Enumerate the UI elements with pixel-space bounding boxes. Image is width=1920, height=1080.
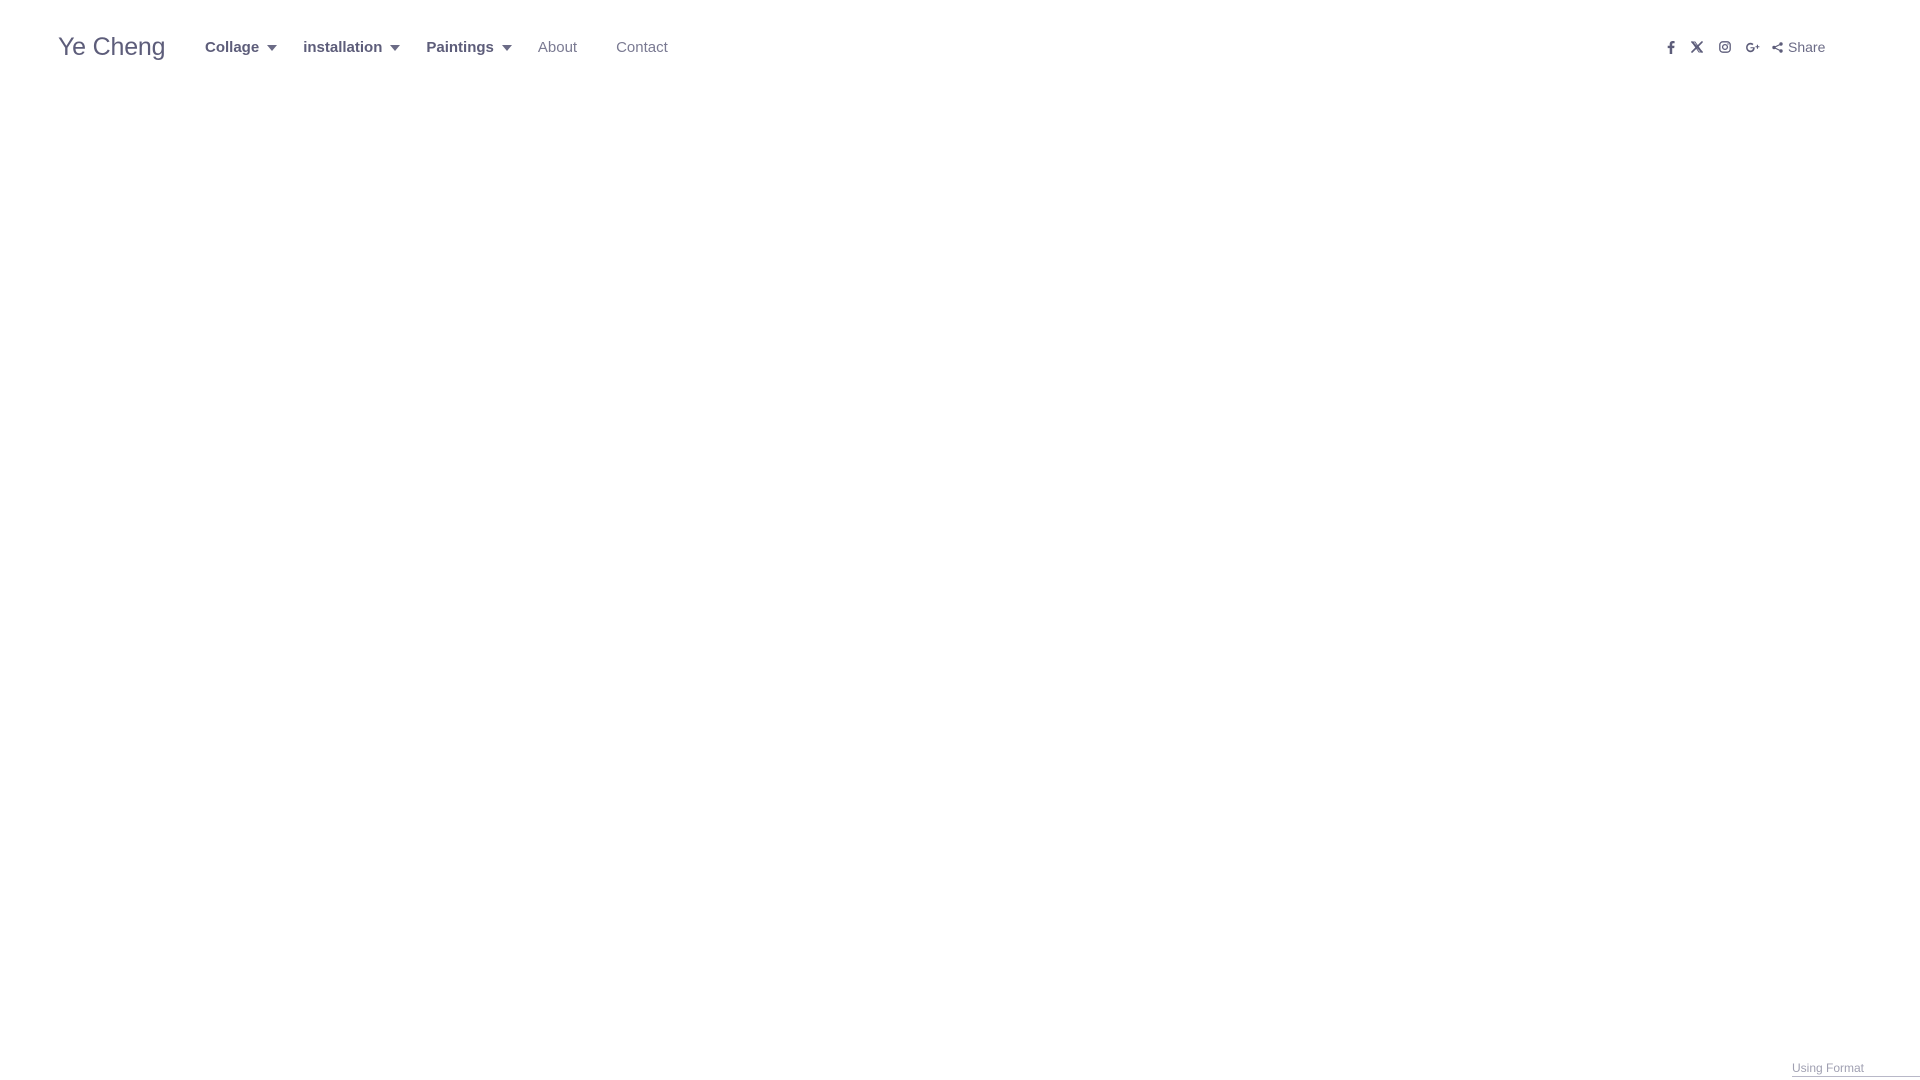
caret-down-icon xyxy=(390,45,401,51)
facebook-icon[interactable] xyxy=(1664,37,1678,57)
nav-item-label: Contact xyxy=(616,39,668,56)
share-label: Share xyxy=(1788,39,1826,55)
x-twitter-icon[interactable] xyxy=(1690,37,1704,57)
nav-item-installation[interactable]: installation xyxy=(303,38,401,58)
nav-item-label: About xyxy=(537,39,578,56)
site-title[interactable]: Ye Cheng xyxy=(58,31,166,63)
share-icon xyxy=(1772,41,1783,53)
nav-item-contact[interactable]: Contact xyxy=(616,38,668,58)
nav-item-about[interactable]: About xyxy=(538,38,577,58)
nav-item-label: Paintings xyxy=(426,39,494,56)
caret-down-icon xyxy=(267,45,278,51)
caret-down-icon xyxy=(501,45,512,51)
nav-item-paintings[interactable]: Paintings xyxy=(426,38,512,58)
using-format-link[interactable]: Using Format xyxy=(1792,1060,1920,1077)
share-button[interactable]: Share xyxy=(1772,39,1825,55)
page: Ye Cheng Collage installation Paintings … xyxy=(0,0,1920,1080)
main-nav: Collage installation Paintings About Con… xyxy=(205,38,668,58)
google-plus-icon[interactable] xyxy=(1744,37,1762,57)
site-header: Ye Cheng Collage installation Paintings … xyxy=(0,0,1920,96)
nav-item-label: installation xyxy=(303,39,383,56)
instagram-icon[interactable] xyxy=(1718,37,1732,57)
nav-item-label: Collage xyxy=(205,39,260,56)
social-links: Share xyxy=(1664,37,1825,57)
nav-item-collage[interactable]: Collage xyxy=(205,38,278,58)
